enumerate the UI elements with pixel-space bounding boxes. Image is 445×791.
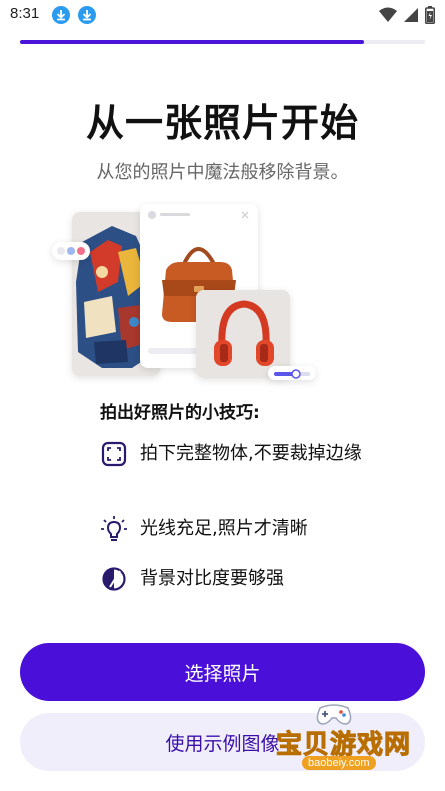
- contrast-icon: [100, 565, 128, 593]
- tip-text: 背景对比度要够强: [140, 568, 284, 589]
- progress-bar: [20, 40, 425, 44]
- signal-icon: [403, 7, 419, 27]
- slider-pill: [268, 366, 316, 380]
- page-subtitle: 从您的照片中魔法般移除背景。: [96, 162, 349, 183]
- frame-icon: [100, 440, 128, 468]
- tips-heading: 拍出好照片的小技巧:: [100, 403, 260, 423]
- headphones-card: [196, 290, 290, 378]
- battery-icon: [425, 6, 435, 28]
- lightbulb-icon: [100, 515, 128, 543]
- tip-item: 光线充足,照片才清晰: [100, 515, 390, 543]
- color-dots-pill: [52, 242, 90, 260]
- wifi-icon: [379, 7, 397, 27]
- status-time: 8:31: [10, 5, 40, 22]
- watermark-url: baobeiy.com: [302, 756, 376, 770]
- status-bar: 8:31: [0, 0, 445, 30]
- download-icon: [78, 6, 96, 24]
- tip-text: 光线充足,照片才清晰: [140, 518, 308, 539]
- page-title: 从一张照片开始: [85, 101, 359, 145]
- download-icon: [52, 6, 70, 24]
- tip-item: 拍下完整物体,不要裁掉边缘: [100, 440, 390, 468]
- tip-text: 拍下完整物体,不要裁掉边缘: [140, 443, 362, 464]
- choose-photo-button[interactable]: 选择照片: [20, 643, 425, 701]
- progress-fill: [20, 40, 365, 44]
- hero-illustration: [50, 200, 380, 386]
- tip-item: 背景对比度要够强: [100, 565, 390, 593]
- site-watermark: 宝贝游戏网 baobeiy.com: [268, 700, 418, 778]
